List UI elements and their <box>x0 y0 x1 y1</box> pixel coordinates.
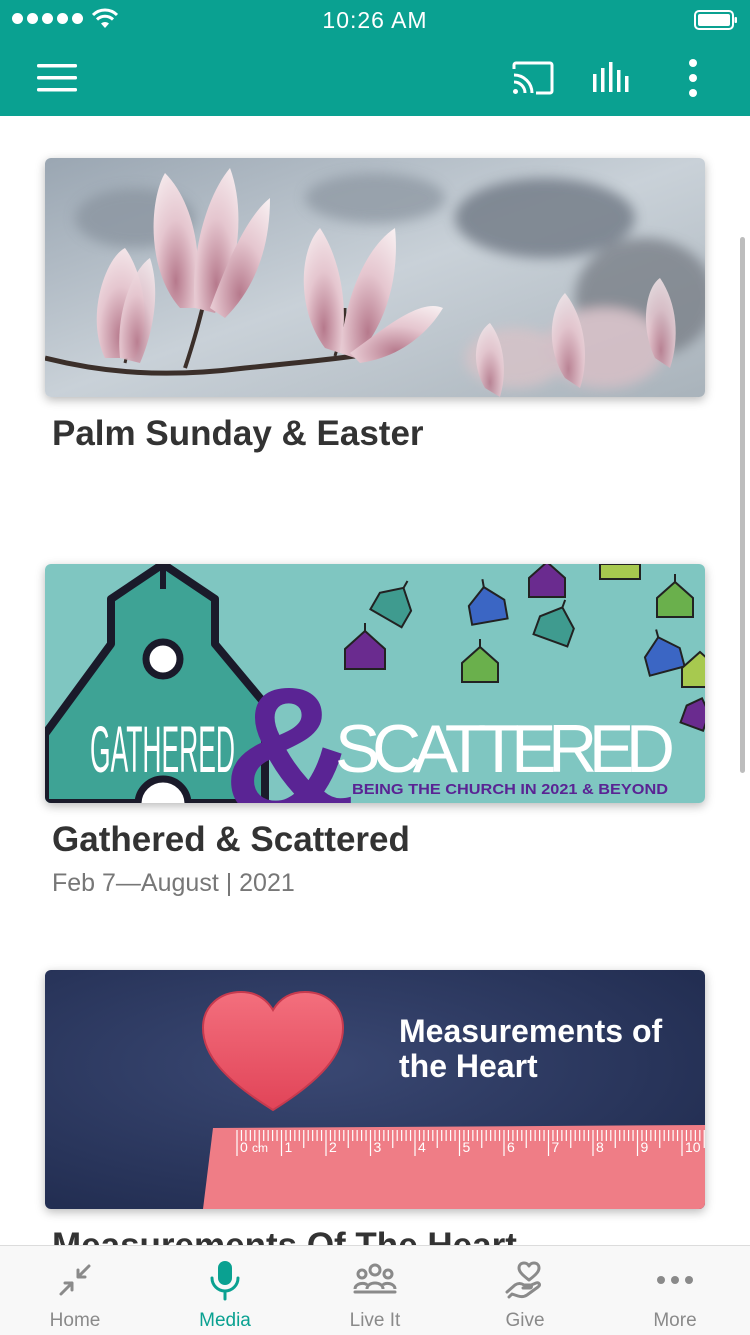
ruler-number: 7 <box>552 1139 560 1155</box>
magnolia-image <box>45 158 705 397</box>
battery-icon <box>694 10 737 30</box>
ruler-unit: cm <box>252 1141 268 1155</box>
series-thumbnail: Measurements of the Heart cm 0 1 2 3 4 5 6 7 8 9 1… <box>45 970 705 1209</box>
series-thumbnail: GATHERED & SCATTERED BEING THE CHURCH IN… <box>45 564 705 803</box>
microphone-icon <box>210 1261 240 1301</box>
church-banner-image: GATHERED & SCATTERED BEING THE CHURCH IN… <box>45 564 705 803</box>
tab-label: Live It <box>349 1310 401 1331</box>
tab-bar: Home Media Live It Give More <box>0 1245 750 1335</box>
series-title: Palm Sunday & Easter <box>52 414 424 453</box>
more-vertical-icon <box>689 59 697 97</box>
tab-label: Media <box>199 1310 251 1331</box>
ruler-number: 3 <box>374 1139 382 1155</box>
ruler-number: 9 <box>641 1139 649 1155</box>
more-horizontal-icon <box>657 1276 693 1284</box>
ruler-number: 10 <box>685 1139 701 1155</box>
tab-label: Home <box>49 1310 101 1331</box>
tab-give[interactable]: Give <box>450 1246 600 1335</box>
ruler-number: 0 <box>240 1139 248 1155</box>
scroll-indicator[interactable] <box>740 237 745 773</box>
series-card-gathered-scattered[interactable]: GATHERED & SCATTERED BEING THE CHURCH IN… <box>45 564 705 898</box>
media-series-list[interactable]: Palm Sunday & Easter GATHERED & SCATTERE… <box>0 116 750 1245</box>
menu-button[interactable] <box>27 40 87 116</box>
status-time: 10:26 AM <box>322 7 428 33</box>
banner-word-scattered: SCATTERED <box>335 711 675 787</box>
tab-label: More <box>653 1310 697 1331</box>
overflow-menu-button[interactable] <box>668 40 718 116</box>
ruler-number: 4 <box>418 1139 426 1155</box>
tab-home[interactable]: Home <box>0 1246 150 1335</box>
menu-icon <box>37 64 77 92</box>
audio-button[interactable] <box>583 40 643 116</box>
ruler-number: 5 <box>463 1139 471 1155</box>
nav-bar <box>0 40 750 116</box>
cast-button[interactable] <box>503 40 563 116</box>
series-title: Measurements Of The Heart <box>52 1226 705 1245</box>
ruler-number: 1 <box>285 1139 293 1155</box>
collapse-arrows-icon <box>59 1264 91 1296</box>
series-title: Gathered & Scattered <box>52 820 410 859</box>
ruler-number: 8 <box>596 1139 604 1155</box>
people-group-icon <box>353 1263 397 1294</box>
heart-hand-icon <box>505 1261 541 1299</box>
tab-label: Give <box>505 1310 545 1331</box>
cast-icon <box>512 61 554 95</box>
heart-ruler-image: Measurements of the Heart cm 0 1 2 3 4 5 6 7 8 9 1… <box>45 970 705 1209</box>
series-card-palm-sunday[interactable]: Palm Sunday & Easter <box>45 158 705 454</box>
series-card-measurements-of-the-heart[interactable]: Measurements of the Heart cm 0 1 2 3 4 5 6 7 8 9 1… <box>45 970 705 1245</box>
banner-word-gathered: GATHERED <box>90 712 235 786</box>
status-bar: 10:26 AM <box>0 0 750 40</box>
ruler-number: 2 <box>329 1139 337 1155</box>
tab-live-it[interactable]: Live It <box>300 1246 450 1335</box>
series-date-range: Feb 7—August | 2021 <box>52 869 295 897</box>
banner-tagline: BEING THE CHURCH IN 2021 & BEYOND <box>352 781 668 798</box>
tab-more[interactable]: More <box>600 1246 750 1335</box>
audio-bars-icon <box>593 62 629 92</box>
series-thumbnail <box>45 158 705 397</box>
banner-line-1: Measurements of <box>399 1013 663 1049</box>
banner-line-2: the Heart <box>399 1048 538 1084</box>
tab-media[interactable]: Media <box>150 1246 300 1335</box>
ruler-number: 6 <box>507 1139 515 1155</box>
